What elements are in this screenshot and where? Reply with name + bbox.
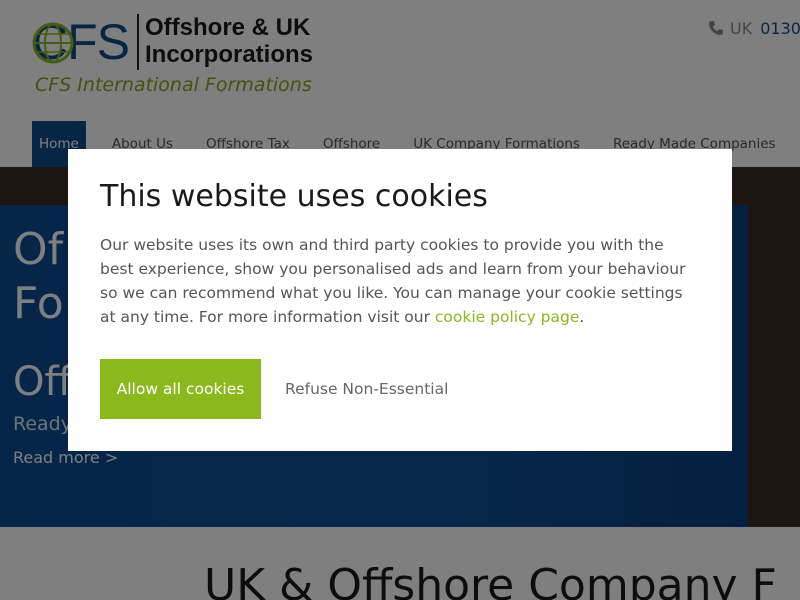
allow-all-cookies-button[interactable]: Allow all cookies: [100, 359, 261, 419]
cookie-consent-dialog: This website uses cookies Our website us…: [68, 149, 732, 451]
cookie-body-text: Our website uses its own and third party…: [100, 236, 686, 326]
cookie-body-end: .: [579, 308, 585, 326]
cookie-dialog-text: Our website uses its own and third party…: [100, 233, 700, 329]
cookie-dialog-title: This website uses cookies: [100, 179, 488, 214]
cookie-policy-link[interactable]: cookie policy page: [435, 308, 580, 326]
refuse-non-essential-button[interactable]: Refuse Non-Essential: [285, 359, 448, 419]
